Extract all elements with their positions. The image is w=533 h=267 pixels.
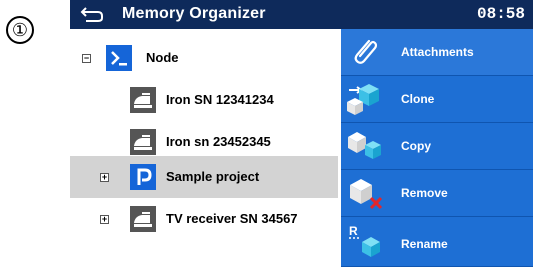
- menu-label: Rename: [401, 237, 448, 251]
- tree-row-node[interactable]: − Node: [70, 37, 338, 79]
- tree-row-label: Iron SN 12341234: [166, 92, 274, 107]
- tree-row-iron-1[interactable]: Iron SN 12341234: [70, 79, 338, 121]
- menu-label: Clone: [401, 92, 435, 106]
- paperclip-icon: [354, 39, 378, 64]
- project-icon: [130, 164, 156, 190]
- remove-button[interactable]: Remove: [341, 170, 533, 217]
- page-title: Memory Organizer: [122, 5, 266, 22]
- header-bar: Memory Organizer 08:58: [70, 0, 533, 29]
- expand-icon[interactable]: +: [100, 215, 109, 224]
- console-icon: [106, 45, 132, 71]
- copy-icon: [348, 132, 381, 159]
- menu-label: Remove: [401, 186, 448, 200]
- tree-row-label: Iron sn 23452345: [166, 134, 271, 149]
- action-menu: Attachments Clone Copy Remove R Rename: [341, 29, 533, 267]
- rename-button[interactable]: R Rename: [341, 217, 533, 267]
- clone-icon: [347, 84, 379, 115]
- tree-row-label: TV receiver SN 34567: [166, 211, 298, 226]
- device-screen: Memory Organizer 08:58 − Node Iron SN 12…: [70, 0, 533, 267]
- iron-icon: [130, 87, 156, 113]
- menu-label: Attachments: [401, 45, 474, 59]
- tree-row-tv-receiver[interactable]: + TV receiver SN 34567: [70, 198, 338, 240]
- back-arrow-icon[interactable]: [80, 4, 104, 24]
- memory-tree: − Node Iron SN 12341234 Iron sn 23452345…: [70, 29, 338, 267]
- iron-icon: [130, 129, 156, 155]
- tree-row-label: Node: [146, 50, 179, 65]
- rename-icon: R: [349, 224, 380, 257]
- collapse-icon[interactable]: −: [82, 54, 91, 63]
- rename-icon-letter: R: [349, 224, 358, 238]
- tree-row-sample-project[interactable]: + Sample project: [70, 156, 338, 198]
- clock: 08:58: [476, 5, 525, 23]
- iron-icon: [130, 206, 156, 232]
- expand-icon[interactable]: +: [100, 173, 109, 182]
- copy-button[interactable]: Copy: [341, 123, 533, 170]
- attachments-button[interactable]: Attachments: [341, 29, 533, 76]
- step-marker: ①: [6, 16, 34, 44]
- tree-row-label: Sample project: [166, 169, 260, 184]
- menu-label: Copy: [401, 139, 431, 153]
- remove-icon: [350, 179, 383, 210]
- clone-button[interactable]: Clone: [341, 76, 533, 123]
